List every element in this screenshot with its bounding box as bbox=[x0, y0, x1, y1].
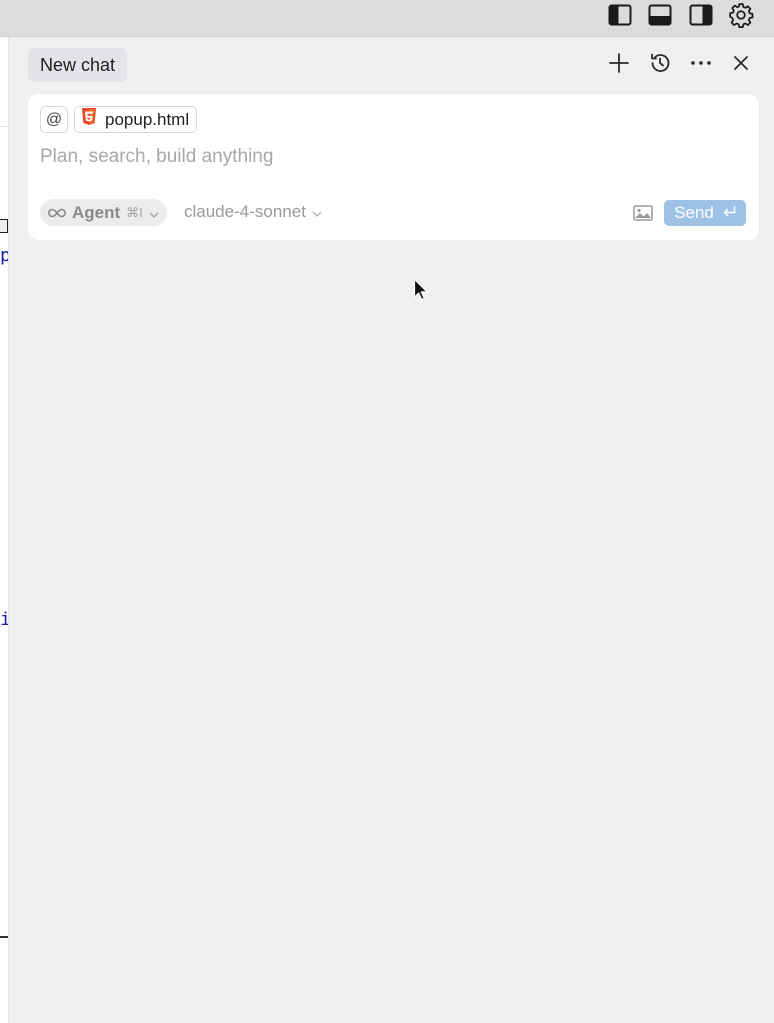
agent-mode-shortcut: ⌘I bbox=[126, 204, 143, 220]
mouse-cursor-icon bbox=[413, 278, 429, 302]
chat-header: New chat bbox=[9, 37, 774, 91]
add-context-button[interactable]: @ bbox=[40, 106, 68, 133]
model-name: claude-4-sonnet bbox=[184, 202, 306, 221]
chevron-down-icon bbox=[312, 202, 322, 222]
editor-marker bbox=[0, 219, 8, 233]
model-selector[interactable]: claude-4-sonnet bbox=[184, 202, 322, 222]
chevron-down-icon bbox=[149, 203, 159, 223]
context-file-name: popup.html bbox=[105, 109, 190, 129]
agent-mode-label: Agent bbox=[72, 202, 121, 222]
context-file-chip[interactable]: popup.html bbox=[74, 106, 198, 133]
history-icon[interactable] bbox=[648, 51, 672, 75]
chat-composer: @ popup.html Plan, search, build anythin… bbox=[28, 94, 759, 240]
send-label: Send bbox=[674, 203, 714, 222]
chat-input[interactable]: Plan, search, build anything bbox=[40, 146, 740, 168]
toggle-left-sidebar-icon[interactable] bbox=[607, 2, 633, 28]
html5-icon bbox=[81, 108, 97, 131]
agent-mode-dropdown[interactable]: Agent ⌘I bbox=[40, 199, 167, 226]
gear-icon[interactable] bbox=[728, 2, 754, 28]
image-icon[interactable] bbox=[632, 203, 654, 223]
editor-glyph: p bbox=[0, 247, 8, 265]
send-button[interactable]: Send bbox=[664, 200, 746, 226]
more-icon[interactable] bbox=[689, 51, 713, 75]
at-icon: @ bbox=[45, 110, 63, 128]
toggle-bottom-panel-icon[interactable] bbox=[647, 2, 673, 28]
infinity-icon bbox=[47, 203, 67, 223]
tab-new-chat[interactable]: New chat bbox=[28, 48, 128, 82]
close-icon[interactable] bbox=[729, 51, 753, 75]
title-bar bbox=[0, 0, 774, 37]
plus-icon[interactable] bbox=[607, 51, 631, 75]
editor-rule bbox=[0, 936, 8, 938]
enter-key-icon bbox=[722, 203, 736, 223]
editor-glyph: i bbox=[0, 611, 8, 629]
editor-line bbox=[0, 126, 8, 127]
editor-edge: p i bbox=[0, 37, 9, 1023]
toggle-right-sidebar-icon[interactable] bbox=[688, 2, 714, 28]
